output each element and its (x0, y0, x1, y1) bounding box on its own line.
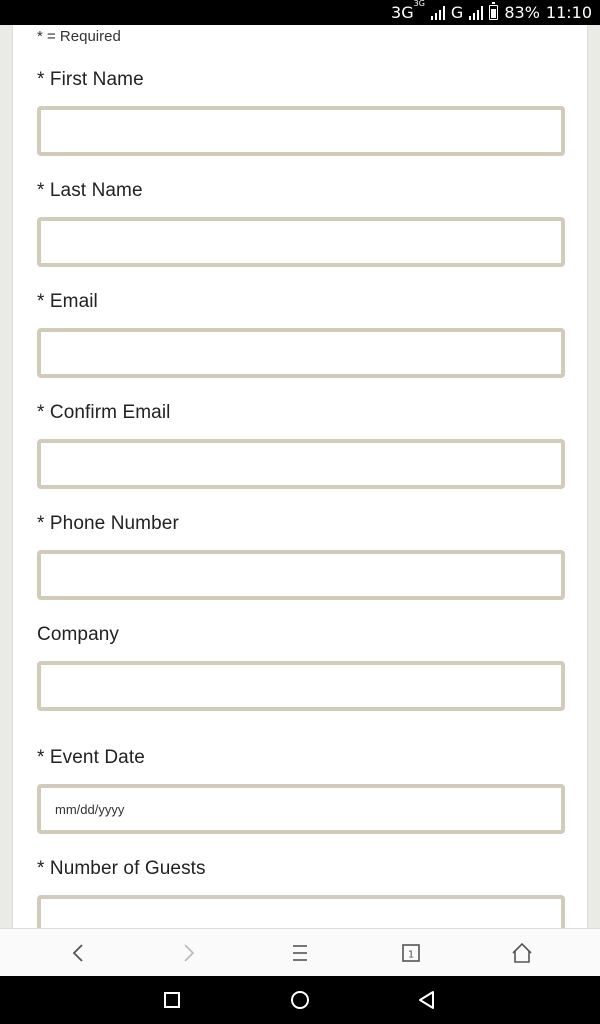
system-home-button[interactable] (283, 984, 317, 1016)
last-name-input[interactable] (37, 217, 565, 267)
home-button[interactable] (492, 933, 552, 973)
back-icon (72, 943, 83, 962)
email-label: * Email (37, 291, 98, 312)
clock: 11:10 (545, 3, 592, 22)
menu-icon (292, 944, 307, 961)
browser-toolbar: 1 (0, 928, 600, 976)
tabs-button[interactable]: 1 (381, 933, 441, 973)
network-g-indicator: G (450, 3, 464, 22)
forward-button[interactable] (159, 933, 219, 973)
back-button[interactable] (48, 933, 108, 973)
phone-number-input[interactable] (37, 550, 565, 600)
battery-icon (489, 2, 499, 20)
home-circle-icon (291, 991, 309, 1009)
status-bar: 3G3G G 83% 11:10 (0, 0, 600, 25)
company-input[interactable] (37, 661, 565, 711)
phone-number-label: * Phone Number (37, 513, 179, 534)
confirm-email-input[interactable] (37, 439, 565, 489)
number-of-guests-label: * Number of Guests (37, 858, 206, 879)
first-name-label: * First Name (37, 69, 144, 90)
home-icon (512, 942, 532, 963)
menu-button[interactable] (270, 933, 330, 973)
first-name-input[interactable] (37, 106, 565, 156)
battery-percent: 83% (504, 3, 540, 22)
contact-form: * = Required * First Name * Last Name * … (12, 25, 588, 928)
recents-button[interactable] (155, 984, 189, 1016)
event-date-label: * Event Date (37, 747, 145, 768)
last-name-label: * Last Name (37, 180, 143, 201)
event-date-input[interactable] (37, 784, 565, 834)
required-note: * = Required (37, 28, 121, 45)
forward-icon (184, 943, 195, 962)
signal-strength-icon (430, 5, 445, 20)
system-navigation-bar (0, 976, 600, 1024)
number-of-guests-input[interactable] (37, 895, 565, 928)
company-label: Company (37, 624, 120, 645)
tabs-icon: 1 (402, 943, 420, 962)
back-triangle-icon (419, 991, 434, 1009)
network-3g-indicator: 3G3G (391, 0, 425, 22)
tab-count: 1 (408, 949, 414, 960)
confirm-email-label: * Confirm Email (37, 402, 171, 423)
recents-icon (164, 992, 180, 1008)
signal-strength-icon-secondary (469, 5, 484, 20)
system-back-button[interactable] (410, 984, 444, 1016)
email-input[interactable] (37, 328, 565, 378)
